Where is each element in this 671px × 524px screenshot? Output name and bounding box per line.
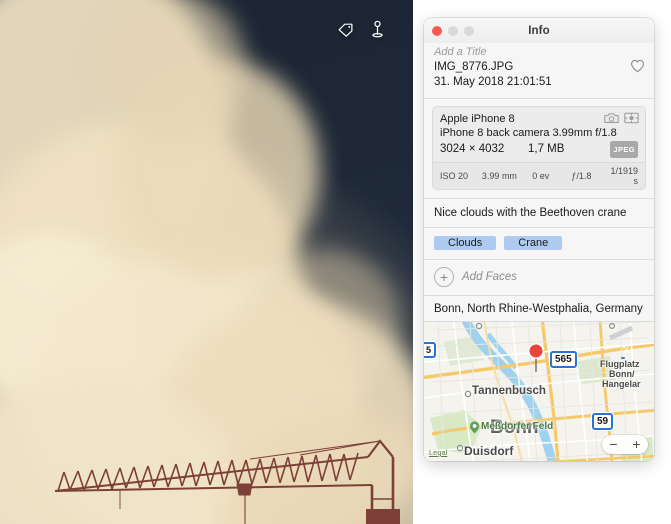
window-titlebar[interactable]: Info xyxy=(424,18,654,43)
faces-section[interactable]: + Add Faces xyxy=(424,260,654,295)
exif-card: Apple iPhone 8 iPhone 8 back camera 3.99… xyxy=(432,106,646,190)
map-label-hangelar: Hangelar xyxy=(602,379,641,389)
route-shield-5: 5 xyxy=(424,342,437,358)
info-window[interactable]: Info Add a Title IMG_8776.JPG 31. May 20… xyxy=(424,18,654,461)
aperture-value: ƒ/1.8 xyxy=(571,171,592,181)
format-badge: JPEG xyxy=(610,141,638,158)
location-map[interactable]: 5 565 59 562 Flugplatz Bonn/ Hangelar Ta… xyxy=(424,321,654,461)
map-label-bonn-slash: Bonn/ xyxy=(609,369,635,379)
datetime-label: 31. May 2018 21:01:51 xyxy=(434,76,552,88)
traffic-lights[interactable] xyxy=(432,26,474,36)
exif-icons xyxy=(604,111,639,129)
camera-wb-icon xyxy=(604,111,619,129)
header-section: Add a Title IMG_8776.JPG 31. May 2018 21… xyxy=(424,43,654,98)
file-size: 1,7 MB xyxy=(528,143,565,155)
photo-overlay-toolbar[interactable] xyxy=(337,20,385,38)
iso-value: ISO 20 xyxy=(440,171,469,181)
keyword-chip[interactable]: Crane xyxy=(504,236,563,250)
tag-icon[interactable] xyxy=(337,21,354,38)
exposure-bias-value: 0 ev xyxy=(532,171,550,181)
zoom-in-button[interactable]: + xyxy=(625,435,648,454)
heart-icon[interactable] xyxy=(630,59,645,78)
shutter-speed-value: 1/1919 s xyxy=(610,166,638,186)
map-label-messdorfer-feld: Meßdorfer Feld xyxy=(481,421,554,432)
title-input[interactable]: Add a Title xyxy=(434,45,644,60)
focal-length-value: 3.99 mm xyxy=(481,171,517,181)
photo-viewer[interactable] xyxy=(0,0,413,524)
crane-silhouette xyxy=(54,439,400,524)
route-shield-565: 565 xyxy=(550,351,577,368)
route-shield-59: 59 xyxy=(592,413,614,430)
map-label-tannenbusch: Tannenbusch xyxy=(472,385,546,397)
exif-section: Apple iPhone 8 iPhone 8 back camera 3.99… xyxy=(424,99,654,198)
zoom-out-button[interactable]: − xyxy=(602,435,625,454)
add-face-button[interactable]: + xyxy=(434,267,454,287)
description-field[interactable]: Nice clouds with the Beethoven crane xyxy=(424,199,654,227)
keywords-list[interactable]: Clouds Crane xyxy=(424,228,654,259)
add-faces-label[interactable]: Add Faces xyxy=(462,271,517,283)
zoom-button[interactable] xyxy=(464,26,474,36)
map-zoom-controls[interactable]: − + xyxy=(602,435,648,454)
exif-stats-strip: ISO 20 3.99 mm 0 ev ƒ/1.8 1/1919 s xyxy=(433,162,645,189)
image-dimensions: 3024 × 4032 xyxy=(440,143,505,155)
minimize-button[interactable] xyxy=(448,26,458,36)
legal-link[interactable]: Legal xyxy=(429,448,447,457)
location-label: Bonn, North Rhine-Westphalia, Germany xyxy=(424,296,654,321)
filename-label: IMG_8776.JPG xyxy=(434,61,514,73)
map-label-flugplatz: Flugplatz xyxy=(600,359,640,369)
close-button[interactable] xyxy=(432,26,442,36)
keyword-chip[interactable]: Clouds xyxy=(434,236,497,250)
map-label-duisdorf: Duisdorf xyxy=(464,444,514,458)
adjustments-icon xyxy=(624,111,639,129)
location-pin-icon[interactable] xyxy=(370,20,385,38)
